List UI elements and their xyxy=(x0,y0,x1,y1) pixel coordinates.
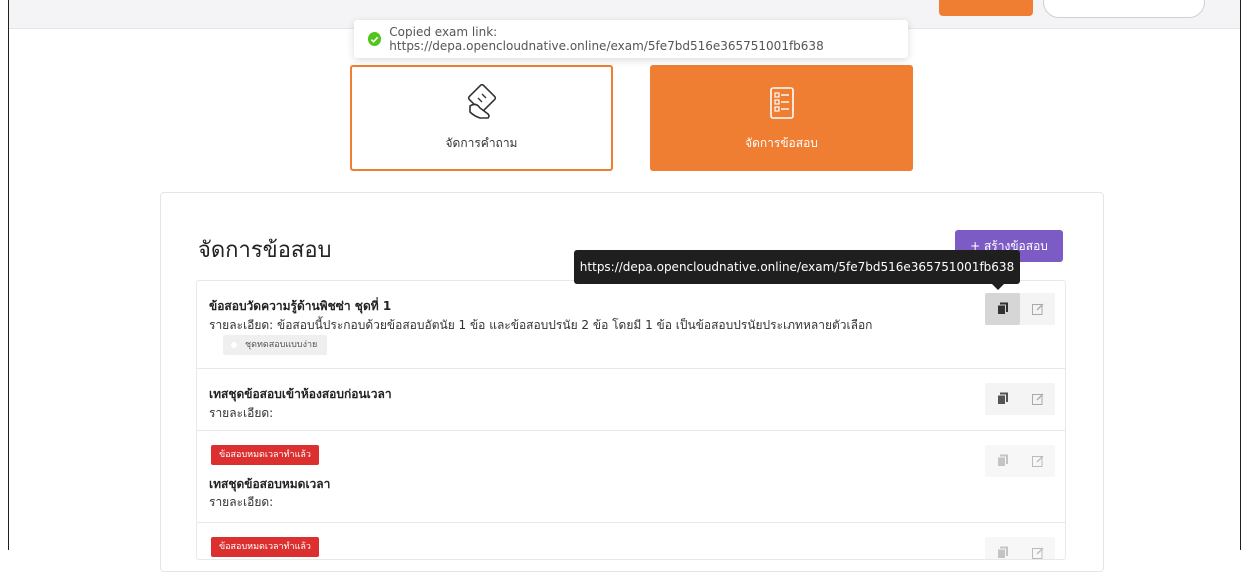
edit-icon xyxy=(1031,452,1044,471)
exam-row: ข้อสอบวัดความรู้ด้านพิชซ่า ชุดที่ 1 รายล… xyxy=(197,281,1065,369)
edit-icon xyxy=(1031,300,1044,319)
frame-border-right xyxy=(1240,0,1241,550)
exam-row: ข้อสอบหมดเวลาทำแล้ว xyxy=(197,523,1065,560)
manage-questions-label: จัดการคำถาม xyxy=(445,135,518,150)
manage-exams-label: จัดการข้อสอบ xyxy=(745,135,818,150)
exam-actions xyxy=(985,383,1055,415)
copy-link-tooltip: https://depa.opencloudnative.online/exam… xyxy=(574,250,1020,284)
edit-exam-button[interactable] xyxy=(1020,445,1055,477)
edit-icon xyxy=(1031,544,1044,560)
header-action-button[interactable] xyxy=(939,0,1033,16)
checklist-document-icon xyxy=(762,84,802,124)
exam-actions xyxy=(985,537,1055,560)
copy-icon xyxy=(996,452,1009,471)
copy-link-button[interactable] xyxy=(985,293,1020,325)
exam-tag-label: ชุดทดสอบแบบง่าย xyxy=(245,340,318,350)
edit-exam-button[interactable] xyxy=(1020,537,1055,560)
exam-title: เทสชุดข้อสอบหมดเวลา xyxy=(209,477,331,491)
copy-link-button[interactable] xyxy=(985,383,1020,415)
exam-detail: รายละเอียด: xyxy=(209,495,274,509)
check-circle-icon xyxy=(368,32,382,46)
copy-link-button[interactable] xyxy=(985,537,1020,560)
manage-questions-button[interactable]: จัดการคำถาม xyxy=(350,65,613,171)
exam-detail: รายละเอียด: xyxy=(209,406,274,420)
copy-icon xyxy=(996,300,1009,319)
copy-icon xyxy=(996,544,1009,560)
exam-title: เทสชุดข้อสอบเข้าห้องสอบก่อนเวลา xyxy=(209,387,392,401)
copy-icon xyxy=(996,390,1009,409)
page-title: จัดการข้อสอบ xyxy=(198,238,332,263)
expired-badge: ข้อสอบหมดเวลาทำแล้ว xyxy=(211,445,319,465)
frame-border-left xyxy=(8,0,9,550)
manage-exams-button[interactable]: จัดการข้อสอบ xyxy=(650,65,913,171)
exam-row: ข้อสอบหมดเวลาทำแล้ว เทสชุดข้อสอบหมดเวลา … xyxy=(197,431,1065,523)
edit-exam-button[interactable] xyxy=(1020,383,1055,415)
hand-touch-icon xyxy=(462,83,502,124)
exam-row: เทสชุดข้อสอบเข้าห้องสอบก่อนเวลา รายละเอี… xyxy=(197,369,1065,431)
exam-actions xyxy=(985,445,1055,477)
expired-badge: ข้อสอบหมดเวลาทำแล้ว xyxy=(211,537,319,557)
copy-success-toast: Copied exam link: https://depa.opencloud… xyxy=(354,20,908,58)
tooltip-arrow xyxy=(992,284,1004,290)
copy-link-button[interactable] xyxy=(985,445,1020,477)
exam-actions xyxy=(985,293,1055,325)
exam-title: ข้อสอบวัดความรู้ด้านพิชซ่า ชุดที่ 1 xyxy=(209,299,392,313)
edit-exam-button[interactable] xyxy=(1020,293,1055,325)
tag-dot-icon xyxy=(231,342,237,348)
exam-tag: ชุดทดสอบแบบง่าย xyxy=(223,335,328,355)
edit-icon xyxy=(1031,390,1044,409)
header-account-button[interactable] xyxy=(1043,0,1205,18)
toast-message: Copied exam link: https://depa.opencloud… xyxy=(389,25,824,53)
exam-detail: รายละเอียด: ข้อสอบนี้ประกอบด้วยข้อสอบอัต… xyxy=(209,318,873,332)
exam-list: ข้อสอบวัดความรู้ด้านพิชซ่า ชุดที่ 1 รายล… xyxy=(196,280,1066,560)
